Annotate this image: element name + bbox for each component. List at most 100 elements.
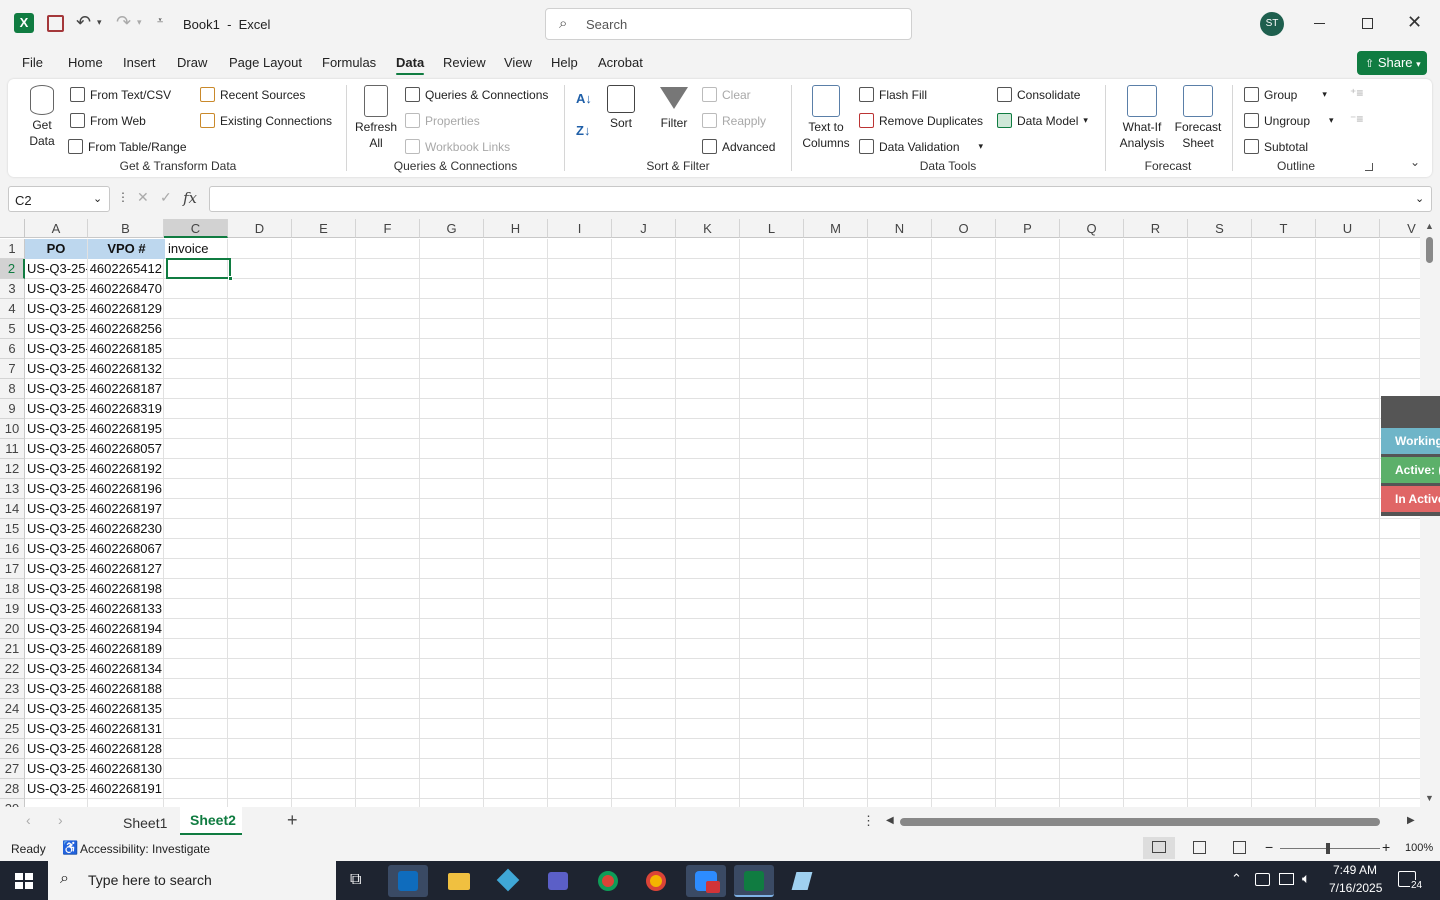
column-header-d[interactable]: D bbox=[228, 219, 292, 238]
tab-home[interactable]: Home bbox=[68, 55, 103, 70]
row-header[interactable]: 9 bbox=[0, 399, 25, 419]
table-cell[interactable]: 4602268130 bbox=[86, 759, 164, 779]
table-cell[interactable] bbox=[168, 779, 229, 799]
row-header[interactable]: 3 bbox=[0, 279, 25, 299]
tab-page-layout[interactable]: Page Layout bbox=[229, 55, 302, 70]
undo-dropdown-icon[interactable]: ▾ bbox=[97, 17, 102, 28]
row-header[interactable]: 28 bbox=[0, 779, 25, 799]
column-header-c[interactable]: C bbox=[164, 219, 228, 238]
table-cell[interactable]: US-Q3-25- bbox=[27, 259, 87, 279]
sort-a-z-icon[interactable]: A↓ bbox=[576, 91, 592, 106]
network-icon[interactable] bbox=[1279, 873, 1294, 885]
row-header[interactable]: 21 bbox=[0, 639, 25, 659]
save-icon[interactable] bbox=[47, 15, 64, 32]
tab-data[interactable]: Data bbox=[396, 55, 425, 75]
column-header-t[interactable]: T bbox=[1252, 219, 1316, 238]
volume-icon[interactable]: 🔈︎ bbox=[1302, 870, 1310, 887]
column-header-s[interactable]: S bbox=[1188, 219, 1252, 238]
taskbar-search-box[interactable]: ⌕ Type here to search bbox=[48, 861, 336, 900]
table-cell[interactable]: 4602268256 bbox=[86, 319, 164, 339]
table-cell[interactable] bbox=[168, 579, 229, 599]
row-header[interactable]: 24 bbox=[0, 699, 25, 719]
row-header[interactable]: 8 bbox=[0, 379, 25, 399]
column-header-k[interactable]: K bbox=[676, 219, 740, 238]
from-web-button[interactable]: From Web bbox=[70, 113, 146, 128]
table-cell[interactable] bbox=[168, 479, 229, 499]
tab-draw[interactable]: Draw bbox=[177, 55, 207, 70]
table-cell[interactable]: 4602268197 bbox=[86, 499, 164, 519]
tab-formulas[interactable]: Formulas bbox=[322, 55, 376, 70]
table-cell[interactable]: 4602265412 bbox=[86, 259, 164, 279]
table-cell[interactable]: 4602268192 bbox=[86, 459, 164, 479]
column-header-e[interactable]: E bbox=[292, 219, 356, 238]
table-cell[interactable]: 4602268185 bbox=[86, 339, 164, 359]
data-validation-button[interactable]: Data Validation ▾ bbox=[859, 139, 983, 154]
reapply-button[interactable]: Reapply bbox=[702, 113, 766, 128]
table-cell[interactable] bbox=[168, 659, 229, 679]
avatar[interactable]: ST bbox=[1260, 12, 1284, 36]
column-header-n[interactable]: N bbox=[868, 219, 932, 238]
column-header-q[interactable]: Q bbox=[1060, 219, 1124, 238]
table-cell[interactable]: 4602268057 bbox=[86, 439, 164, 459]
scroll-left-icon[interactable]: ◀ bbox=[886, 815, 894, 826]
sheet-tab-sheet2[interactable]: Sheet2 bbox=[180, 807, 242, 835]
active-cell-border[interactable] bbox=[166, 258, 231, 279]
row-header[interactable]: 18 bbox=[0, 579, 25, 599]
table-cell[interactable]: US-Q3-25- bbox=[27, 539, 87, 559]
tab-acrobat[interactable]: Acrobat bbox=[598, 55, 643, 70]
column-header-p[interactable]: P bbox=[996, 219, 1060, 238]
table-cell[interactable]: US-Q3-25- bbox=[27, 399, 87, 419]
table-cell[interactable] bbox=[168, 439, 229, 459]
clear-button[interactable]: Clear bbox=[702, 87, 751, 102]
row-header[interactable]: 11 bbox=[0, 439, 25, 459]
table-cell[interactable] bbox=[168, 559, 229, 579]
row-header[interactable]: 22 bbox=[0, 659, 25, 679]
refresh-all-button[interactable]: Refresh All bbox=[353, 85, 399, 151]
select-all-corner[interactable] bbox=[0, 219, 25, 238]
table-cell[interactable]: US-Q3-25- bbox=[27, 699, 87, 719]
scroll-up-icon[interactable]: ▲ bbox=[1425, 221, 1434, 231]
fill-handle[interactable] bbox=[228, 276, 233, 281]
table-cell[interactable]: 4602268191 bbox=[86, 779, 164, 799]
sheet-tab-sheet1[interactable]: Sheet1 bbox=[123, 815, 167, 831]
undo-icon[interactable]: ↶ bbox=[76, 12, 91, 33]
header-cell[interactable]: VPO # bbox=[88, 239, 165, 259]
column-header-b[interactable]: B bbox=[88, 219, 164, 238]
row-header[interactable]: 29 bbox=[0, 799, 25, 807]
enter-icon[interactable]: ✓ bbox=[160, 189, 172, 206]
table-cell[interactable]: US-Q3-25- bbox=[27, 479, 87, 499]
subtotal-button[interactable]: Subtotal bbox=[1244, 139, 1308, 154]
table-cell[interactable]: 4602268128 bbox=[86, 739, 164, 759]
inactive-status[interactable]: In Active bbox=[1381, 486, 1440, 512]
redo-dropdown-icon[interactable]: ▾ bbox=[137, 17, 142, 28]
table-cell[interactable]: 4602268230 bbox=[86, 519, 164, 539]
table-cell[interactable]: US-Q3-25- bbox=[27, 279, 87, 299]
normal-view-button[interactable] bbox=[1143, 837, 1175, 859]
zoom-app-icon[interactable] bbox=[686, 865, 726, 897]
table-cell[interactable] bbox=[168, 719, 229, 739]
table-cell[interactable]: US-Q3-25- bbox=[27, 339, 87, 359]
table-cell[interactable] bbox=[168, 519, 229, 539]
tab-help[interactable]: Help bbox=[551, 55, 578, 70]
table-cell[interactable]: 4602268196 bbox=[86, 479, 164, 499]
clock-date[interactable]: 7/16/2025 bbox=[1329, 881, 1382, 895]
table-cell[interactable] bbox=[168, 399, 229, 419]
table-cell[interactable] bbox=[168, 359, 229, 379]
column-header-a[interactable]: A bbox=[25, 219, 88, 238]
next-sheet-icon[interactable]: › bbox=[58, 812, 63, 828]
zoom-out-icon[interactable]: − bbox=[1265, 839, 1273, 855]
row-header[interactable]: 6 bbox=[0, 339, 25, 359]
column-header-l[interactable]: L bbox=[740, 219, 804, 238]
tab-file[interactable]: File bbox=[22, 55, 43, 70]
table-cell[interactable]: US-Q3-25- bbox=[27, 659, 87, 679]
table-cell[interactable]: 4602268131 bbox=[86, 719, 164, 739]
table-cell[interactable]: US-Q3-25- bbox=[27, 679, 87, 699]
vertical-scroll-thumb[interactable] bbox=[1426, 237, 1433, 263]
table-cell[interactable]: US-Q3-25- bbox=[27, 559, 87, 579]
table-cell[interactable]: US-Q3-25- bbox=[27, 379, 87, 399]
page-layout-view-icon[interactable] bbox=[1193, 841, 1206, 854]
table-cell[interactable] bbox=[168, 639, 229, 659]
forecast-sheet-button[interactable]: Forecast Sheet bbox=[1172, 85, 1224, 151]
table-cell[interactable] bbox=[168, 679, 229, 699]
table-cell[interactable] bbox=[168, 539, 229, 559]
